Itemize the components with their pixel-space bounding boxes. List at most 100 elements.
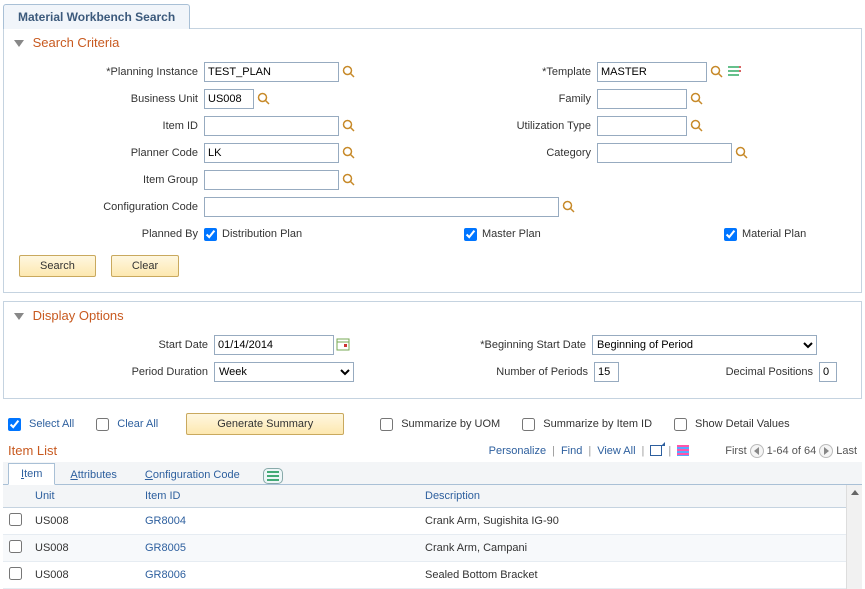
item-list-section: Item List Personalize | Find | View All …	[3, 441, 862, 589]
lookup-icon[interactable]	[341, 172, 357, 188]
material-plan-label: Material Plan	[742, 228, 806, 240]
beginning-start-date-select[interactable]: Beginning of Period	[592, 335, 817, 355]
select-all-link[interactable]: Select All	[29, 418, 74, 430]
template-list-icon[interactable]	[727, 65, 743, 79]
label-period-duration: Period Duration	[14, 366, 214, 378]
label-planning-instance: *Planning Instance	[14, 66, 204, 78]
show-all-columns-icon[interactable]	[263, 468, 283, 484]
start-date-input[interactable]	[214, 335, 334, 355]
label-item-group: Item Group	[14, 174, 204, 186]
personalize-link[interactable]: Personalize	[489, 445, 546, 457]
clear-all-checkbox[interactable]	[96, 418, 109, 431]
decimal-positions-input[interactable]	[819, 362, 837, 382]
find-link[interactable]: Find	[561, 445, 582, 457]
grid-tab-item[interactable]: Item	[8, 463, 55, 485]
item-id-input[interactable]	[204, 116, 339, 136]
show-detail-checkbox[interactable]	[674, 418, 687, 431]
item-list-title: Item List	[8, 443, 57, 458]
lookup-icon[interactable]	[709, 64, 725, 80]
label-decimal-positions: Decimal Positions	[699, 366, 819, 378]
template-input[interactable]	[597, 62, 707, 82]
summarize-item-label: Summarize by Item ID	[543, 418, 652, 430]
view-all-link[interactable]: View All	[597, 445, 635, 457]
number-of-periods-input[interactable]	[594, 362, 619, 382]
label-planner-code: Planner Code	[14, 147, 204, 159]
distribution-plan-checkbox[interactable]	[204, 228, 217, 241]
item-group-input[interactable]	[204, 170, 339, 190]
lookup-icon[interactable]	[341, 118, 357, 134]
col-item-id[interactable]: Item ID	[139, 485, 419, 508]
label-category: Category	[477, 147, 597, 159]
prev-arrow-icon[interactable]	[750, 444, 764, 458]
cell-description: Sealed Bottom Bracket	[419, 562, 846, 589]
grid-scrollbar[interactable]	[846, 485, 862, 589]
summarize-uom-label: Summarize by UOM	[401, 418, 500, 430]
clear-button[interactable]: Clear	[111, 255, 179, 277]
master-plan-checkbox[interactable]	[464, 228, 477, 241]
label-beginning-start-date: *Beginning Start Date	[462, 339, 592, 351]
grid-tab-configuration-code[interactable]: Configuration Code	[132, 464, 253, 485]
row-checkbox[interactable]	[9, 567, 22, 580]
distribution-plan-label: Distribution Plan	[222, 228, 302, 240]
download-icon[interactable]	[677, 445, 689, 456]
display-options-panel: Display Options Start Date *Beginning St…	[3, 301, 862, 399]
cell-unit: US008	[29, 535, 139, 562]
scroll-up-icon[interactable]	[847, 485, 862, 499]
table-row: US008GR8006Sealed Bottom Bracket	[3, 562, 846, 589]
cell-item-id-link[interactable]: GR8004	[145, 515, 186, 527]
cell-description: Crank Arm, Campani	[419, 535, 846, 562]
grid-tab-attributes[interactable]: Attributes	[57, 464, 129, 485]
lookup-icon[interactable]	[734, 145, 750, 161]
utilization-type-input[interactable]	[597, 116, 687, 136]
cell-item-id-link[interactable]: GR8006	[145, 569, 186, 581]
select-all-checkbox[interactable]	[8, 418, 21, 431]
material-plan-checkbox[interactable]	[724, 228, 737, 241]
col-unit[interactable]: Unit	[29, 485, 139, 508]
lookup-icon[interactable]	[689, 118, 705, 134]
tab-material-workbench-search[interactable]: Material Workbench Search	[3, 4, 190, 29]
family-input[interactable]	[597, 89, 687, 109]
lookup-icon[interactable]	[341, 64, 357, 80]
show-detail-label: Show Detail Values	[695, 418, 790, 430]
label-planned-by: Planned By	[14, 228, 204, 240]
label-number-of-periods: Number of Periods	[464, 366, 594, 378]
planner-code-input[interactable]	[204, 143, 339, 163]
next-arrow-icon[interactable]	[819, 444, 833, 458]
clear-all-link[interactable]: Clear All	[117, 418, 158, 430]
period-duration-select[interactable]: Week	[214, 362, 354, 382]
zoom-icon[interactable]	[650, 445, 662, 456]
options-bar: Select All Clear All Generate Summary Su…	[0, 407, 865, 441]
generate-summary-button[interactable]: Generate Summary	[186, 413, 344, 435]
summarize-item-checkbox[interactable]	[522, 418, 535, 431]
search-button[interactable]: Search	[19, 255, 96, 277]
label-utilization-type: Utilization Type	[477, 120, 597, 132]
master-plan-label: Master Plan	[482, 228, 541, 240]
lookup-icon[interactable]	[689, 91, 705, 107]
display-options-title: Display Options	[33, 308, 124, 323]
cell-item-id-link[interactable]: GR8005	[145, 542, 186, 554]
col-description[interactable]: Description	[419, 485, 846, 508]
first-label[interactable]: First	[725, 445, 746, 457]
collapse-icon[interactable]	[14, 40, 24, 47]
cell-unit: US008	[29, 508, 139, 535]
business-unit-input[interactable]	[204, 89, 254, 109]
lookup-icon[interactable]	[341, 145, 357, 161]
planning-instance-input[interactable]	[204, 62, 339, 82]
row-checkbox[interactable]	[9, 540, 22, 553]
label-start-date: Start Date	[14, 339, 214, 351]
cell-description: Crank Arm, Sugishita IG-90	[419, 508, 846, 535]
configuration-code-input[interactable]	[204, 197, 559, 217]
search-criteria-title: Search Criteria	[33, 35, 120, 50]
collapse-icon[interactable]	[14, 313, 24, 320]
item-list-table: Unit Item ID Description US008 GR8004 Cran…	[3, 485, 846, 589]
summarize-uom-checkbox[interactable]	[380, 418, 393, 431]
search-criteria-panel: Search Criteria *Planning Instance *Temp…	[3, 28, 862, 293]
last-label[interactable]: Last	[836, 445, 857, 457]
row-checkbox[interactable]	[9, 513, 22, 526]
lookup-icon[interactable]	[256, 91, 272, 107]
calendar-icon[interactable]	[336, 337, 352, 353]
label-template: *Template	[477, 66, 597, 78]
category-input[interactable]	[597, 143, 732, 163]
lookup-icon[interactable]	[561, 199, 577, 215]
label-business-unit: Business Unit	[14, 93, 204, 105]
